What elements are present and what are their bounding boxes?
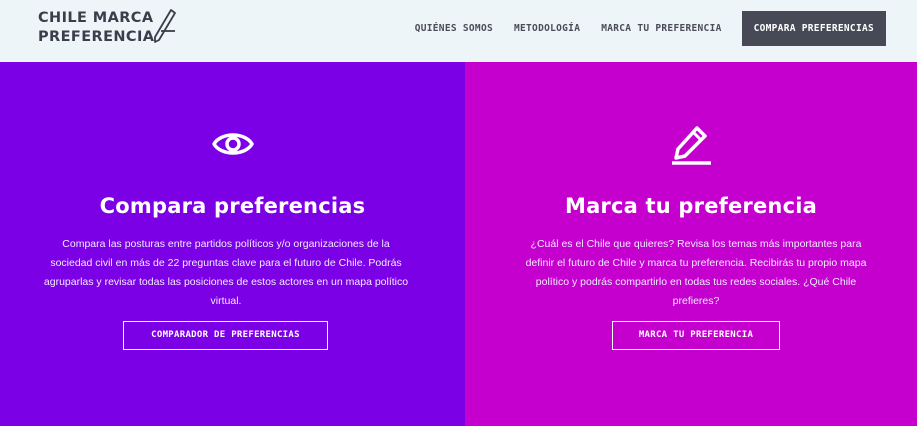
site-logo[interactable]: CHILE MARCA PREFERENCIA (38, 9, 176, 47)
logo-text: CHILE MARCA PREFERENCIA (38, 9, 154, 47)
compara-preferencias-description: Compara las posturas entre partidos polí… (43, 238, 409, 307)
logo-line-2: PREFERENCIA (38, 29, 155, 45)
marca-tu-preferencia-description: ¿Cuál es el Chile que quieres? Revisa lo… (525, 238, 867, 307)
compara-preferencias-title: Compara preferencias (99, 194, 366, 218)
logo-line-1: CHILE MARCA (38, 10, 154, 26)
pen-icon (154, 9, 176, 43)
nav-marca-tu-preferencia[interactable]: MARCA TU PREFERENCIA (601, 23, 721, 34)
main-nav: QUIÉNES SOMOS METODOLOGÍA MARCA TU PREFE… (394, 11, 886, 46)
pencil-icon (672, 126, 711, 165)
nav-quienes-somos[interactable]: QUIÉNES SOMOS (415, 23, 493, 34)
compara-preferencias-panel: Compara preferencias Compara las postura… (0, 62, 465, 426)
comparador-de-preferencias-button[interactable]: COMPARADOR DE PREFERENCIAS (123, 321, 328, 350)
nav-metodologia[interactable]: METODOLOGÍA (514, 23, 580, 34)
marca-tu-preferencia-panel: Marca tu preferencia ¿Cuál es el Chile q… (465, 62, 917, 426)
marca-tu-preferencia-button[interactable]: MARCA TU PREFERENCIA (612, 321, 780, 350)
site-header: CHILE MARCA PREFERENCIA QUIÉNES SOMOS ME… (0, 0, 917, 62)
eye-icon (211, 133, 254, 155)
marca-tu-preferencia-title: Marca tu preferencia (564, 194, 818, 218)
compara-preferencias-button[interactable]: COMPARA PREFERENCIAS (741, 11, 886, 46)
